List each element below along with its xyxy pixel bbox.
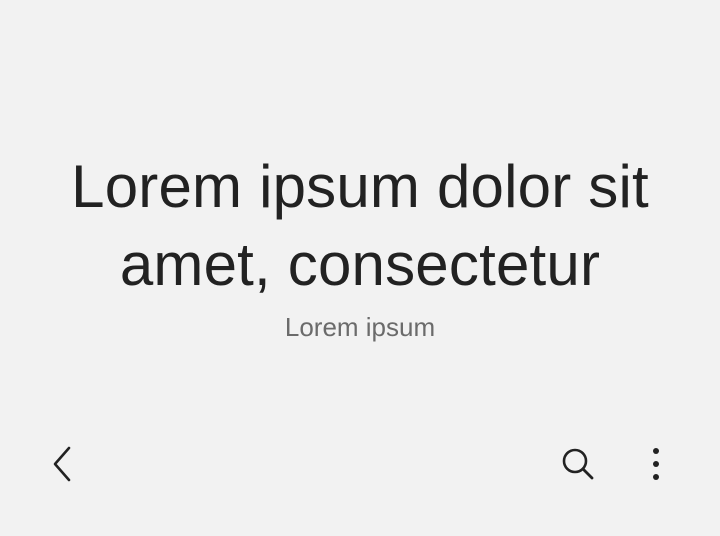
chevron-left-icon — [47, 444, 77, 484]
search-button[interactable] — [550, 436, 606, 492]
back-button[interactable] — [34, 436, 90, 492]
toolbar — [0, 430, 720, 496]
search-icon — [558, 444, 598, 484]
more-vert-icon — [650, 446, 662, 482]
page-subtitle: Lorem ipsum — [284, 312, 436, 342]
page-title: Lorem ipsum dolor sit amet, consectetur — [71, 153, 649, 298]
app-header: Lorem ipsum dolor sit amet, consectetur … — [0, 0, 720, 536]
title-block: Lorem ipsum dolor sit amet, consectetur … — [0, 148, 720, 344]
more-options-button[interactable] — [628, 436, 684, 492]
